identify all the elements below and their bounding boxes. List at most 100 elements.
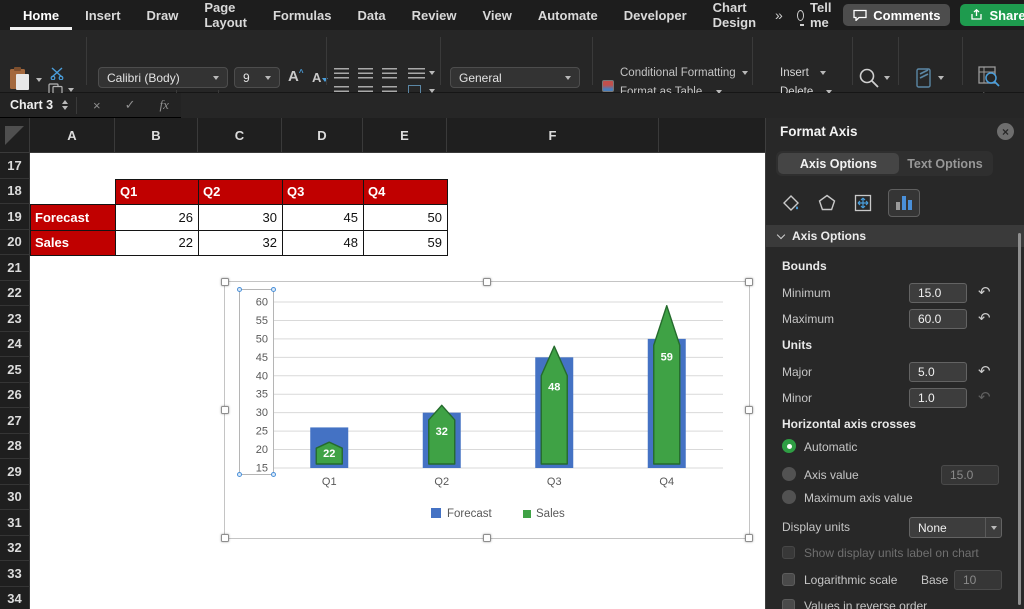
font-size-select[interactable]: 9: [234, 67, 280, 88]
select-all-corner[interactable]: [0, 118, 30, 153]
chart-resize-handle[interactable]: [745, 406, 753, 414]
row-header-32[interactable]: 32: [0, 536, 30, 562]
sensitivity-icon[interactable]: [914, 66, 934, 90]
menu-chart-design[interactable]: Chart Design: [700, 0, 769, 30]
embedded-chart[interactable]: 1520253035404550556022Q132Q248Q359Q4Fore…: [224, 281, 750, 539]
reset-minor-icon[interactable]: ↶: [978, 390, 991, 405]
row-header-23[interactable]: 23: [0, 306, 30, 332]
table-cell-B18[interactable]: Q1: [115, 179, 199, 206]
tab-axis-options[interactable]: Axis Options: [778, 153, 899, 174]
chart-resize-handle[interactable]: [221, 278, 229, 286]
axis-options-icon[interactable]: [888, 189, 920, 217]
menu-home[interactable]: Home: [10, 0, 72, 30]
sensitivity-chevron-icon[interactable]: [938, 76, 944, 80]
paste-chevron-icon[interactable]: [36, 78, 42, 82]
chart-resize-handle[interactable]: [745, 278, 753, 286]
table-cell-C18[interactable]: Q2: [198, 179, 283, 206]
column-header-B[interactable]: B: [115, 118, 198, 153]
chart-resize-handle[interactable]: [221, 406, 229, 414]
table-cell-B20[interactable]: 22: [115, 230, 199, 257]
table-cell-E20[interactable]: 59: [363, 230, 448, 257]
show-units-label-checkbox[interactable]: [782, 546, 795, 559]
minimum-input[interactable]: [909, 283, 967, 303]
row-header-17[interactable]: 17: [0, 153, 30, 179]
row-header-28[interactable]: 28: [0, 434, 30, 460]
menu-overflow-icon[interactable]: »: [769, 0, 789, 30]
axis-value-input[interactable]: [941, 465, 999, 485]
cancel-button[interactable]: ×: [81, 98, 113, 113]
reset-major-icon[interactable]: ↶: [978, 364, 991, 379]
number-format-select[interactable]: General: [450, 67, 580, 88]
table-cell-E18[interactable]: Q4: [363, 179, 448, 206]
table-cell-C20[interactable]: 32: [198, 230, 283, 257]
formula-input[interactable]: [181, 93, 1024, 118]
insert-function-button[interactable]: fx: [148, 97, 181, 113]
conditional-formatting-icon[interactable]: [602, 80, 614, 92]
row-header-29[interactable]: 29: [0, 459, 30, 485]
effects-icon[interactable]: [816, 192, 838, 214]
column-header-F[interactable]: F: [447, 118, 659, 153]
column-header-C[interactable]: C: [198, 118, 282, 153]
chart-resize-handle[interactable]: [483, 278, 491, 286]
row-header-18[interactable]: 18: [0, 179, 30, 205]
row-header-20[interactable]: 20: [0, 230, 30, 256]
align-middle-icon[interactable]: [358, 68, 373, 79]
chart-resize-handle[interactable]: [483, 534, 491, 542]
menu-draw[interactable]: Draw: [134, 0, 192, 30]
table-cell-E19[interactable]: 50: [363, 204, 448, 231]
menu-view[interactable]: View: [469, 0, 524, 30]
display-units-dropdown[interactable]: None: [909, 517, 1002, 538]
menu-review[interactable]: Review: [399, 0, 470, 30]
menu-formulas[interactable]: Formulas: [260, 0, 345, 30]
share-button[interactable]: Share: [960, 4, 1024, 26]
automatic-radio[interactable]: [782, 439, 796, 453]
max-axis-value-radio[interactable]: [782, 490, 796, 504]
row-header-21[interactable]: 21: [0, 255, 30, 281]
column-header-E[interactable]: E: [363, 118, 447, 153]
fill-line-icon[interactable]: [780, 192, 802, 214]
conditional-formatting-chevron-icon[interactable]: [742, 71, 748, 75]
axis-options-section-header[interactable]: Axis Options: [766, 225, 1024, 247]
panel-scrollbar[interactable]: [1018, 233, 1021, 605]
column-header-D[interactable]: D: [282, 118, 363, 153]
panel-close-button[interactable]: ×: [997, 123, 1014, 140]
base-input[interactable]: [954, 570, 1002, 590]
axis-handle-icon[interactable]: [271, 287, 276, 292]
reset-minimum-icon[interactable]: ↶: [978, 285, 991, 300]
table-cell-D20[interactable]: 48: [282, 230, 364, 257]
menu-page-layout[interactable]: Page Layout: [191, 0, 260, 30]
table-cell-A19[interactable]: Forecast: [30, 204, 116, 231]
row-header-27[interactable]: 27: [0, 408, 30, 434]
analyse-data-icon[interactable]: [978, 66, 1000, 88]
row-header-24[interactable]: 24: [0, 332, 30, 358]
align-bottom-icon[interactable]: [382, 68, 397, 79]
cut-icon[interactable]: [50, 67, 64, 80]
minor-input[interactable]: [909, 388, 967, 408]
row-header-26[interactable]: 26: [0, 383, 30, 409]
chart-resize-handle[interactable]: [221, 534, 229, 542]
axis-value-radio[interactable]: [782, 467, 796, 481]
menu-data[interactable]: Data: [344, 0, 398, 30]
chart-resize-handle[interactable]: [745, 534, 753, 542]
enter-button[interactable]: ✓: [113, 97, 148, 113]
size-properties-icon[interactable]: [852, 192, 874, 214]
axis-handle-icon[interactable]: [271, 472, 276, 477]
table-cell-C19[interactable]: 30: [198, 204, 283, 231]
name-box-stepper[interactable]: [58, 100, 72, 110]
axis-handle-icon[interactable]: [237, 287, 242, 292]
wrap-text-chevron-icon[interactable]: [429, 71, 435, 75]
row-header-33[interactable]: 33: [0, 561, 30, 587]
name-box[interactable]: Chart 3: [0, 98, 58, 112]
conditional-formatting-label[interactable]: Conditional Formatting: [620, 67, 736, 79]
table-cell-D19[interactable]: 45: [282, 204, 364, 231]
row-header-34[interactable]: 34: [0, 587, 30, 609]
tell-me-button[interactable]: Tell me: [789, 0, 843, 30]
row-header-22[interactable]: 22: [0, 281, 30, 307]
row-header-19[interactable]: 19: [0, 204, 30, 230]
row-header-31[interactable]: 31: [0, 510, 30, 536]
editing-chevron-icon[interactable]: [884, 76, 890, 80]
maximum-input[interactable]: [909, 309, 967, 329]
editing-magnifier-icon[interactable]: [858, 67, 880, 89]
table-cell-A20[interactable]: Sales: [30, 230, 116, 257]
table-cell-D18[interactable]: Q3: [282, 179, 364, 206]
